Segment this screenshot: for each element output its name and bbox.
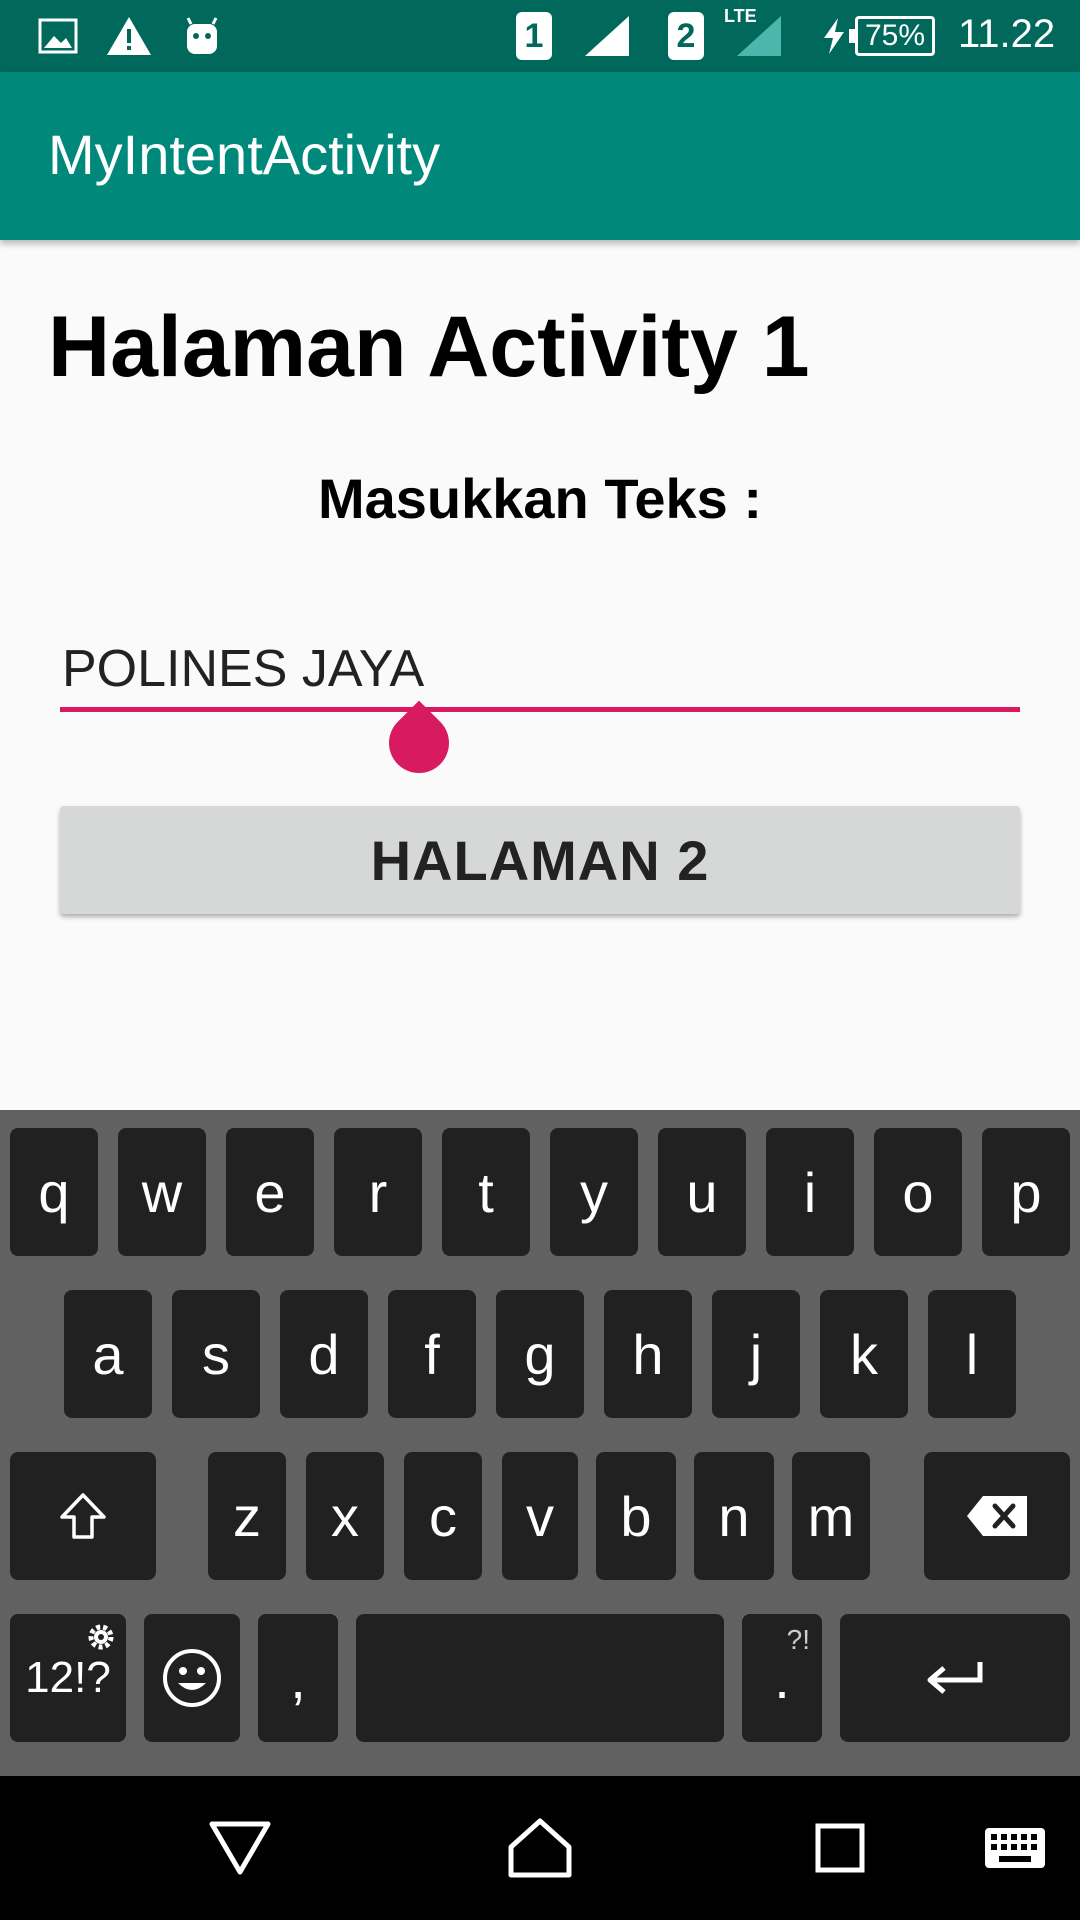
key-x[interactable]: x [306, 1452, 384, 1580]
text-cursor-handle[interactable] [376, 700, 462, 786]
key-i[interactable]: i [766, 1128, 854, 1256]
key-n[interactable]: n [694, 1452, 774, 1580]
enter-icon [927, 1662, 983, 1694]
recents-icon [815, 1823, 865, 1873]
key-p[interactable]: p [982, 1128, 1070, 1256]
warning-icon [104, 10, 154, 62]
key-j[interactable]: j [712, 1290, 800, 1418]
symbols-key-label: 12!? [25, 1653, 111, 1702]
home-button[interactable] [490, 1798, 590, 1898]
key-q[interactable]: q [10, 1128, 98, 1256]
home-icon [508, 1818, 572, 1878]
key-b[interactable]: b [596, 1452, 676, 1580]
key-g[interactable]: g [496, 1290, 584, 1418]
status-bar: 1 2 LTE 75% 11.22 [0, 0, 1080, 72]
emoji-icon [163, 1649, 221, 1707]
key-u[interactable]: u [658, 1128, 746, 1256]
keyboard-icon [985, 1828, 1045, 1868]
period-key[interactable]: . ?! [742, 1614, 822, 1742]
key-k[interactable]: k [820, 1290, 908, 1418]
app-bar: MyIntentActivity [0, 72, 1080, 240]
key-v[interactable]: v [502, 1452, 578, 1580]
key-o[interactable]: o [874, 1128, 962, 1256]
key-c[interactable]: c [404, 1452, 482, 1580]
key-f[interactable]: f [388, 1290, 476, 1418]
key-r[interactable]: r [334, 1128, 422, 1256]
key-h[interactable]: h [604, 1290, 692, 1418]
android-icon [180, 10, 224, 62]
text-input[interactable] [60, 630, 1020, 712]
key-z[interactable]: z [208, 1452, 286, 1580]
key-m[interactable]: m [792, 1452, 870, 1580]
image-icon [36, 10, 80, 62]
soft-keyboard: q w e r t y u i o p a s d f g h j k l z … [0, 1110, 1080, 1776]
comma-key[interactable]: , [258, 1614, 338, 1742]
key-y[interactable]: y [550, 1128, 638, 1256]
sim1-badge: 1 [516, 12, 552, 60]
key-s[interactable]: s [172, 1290, 260, 1418]
page-heading: Halaman Activity 1 [48, 299, 810, 395]
space-key[interactable] [356, 1614, 724, 1742]
navigation-bar [0, 1776, 1080, 1920]
battery-icon: 75% [849, 16, 935, 56]
key-w[interactable]: w [118, 1128, 206, 1256]
settings-icon [88, 1624, 114, 1650]
app-title: MyIntentActivity [48, 123, 441, 186]
keyboard-switch-button[interactable] [970, 1798, 1060, 1898]
recents-button[interactable] [790, 1798, 890, 1898]
shift-icon [60, 1493, 106, 1539]
key-a[interactable]: a [64, 1290, 152, 1418]
period-key-sublabel: ?! [786, 1624, 810, 1655]
shift-key[interactable] [10, 1452, 156, 1580]
clock: 11.22 [958, 12, 1056, 56]
halaman-2-button[interactable]: HALAMAN 2 [60, 806, 1020, 914]
backspace-icon [967, 1496, 1027, 1536]
symbols-key[interactable]: 12!? [10, 1614, 126, 1742]
sim2-badge: 2 [668, 12, 704, 60]
signal-icon [582, 10, 632, 62]
key-t[interactable]: t [442, 1128, 530, 1256]
emoji-key[interactable] [144, 1614, 240, 1742]
key-e[interactable]: e [226, 1128, 314, 1256]
enter-key[interactable] [840, 1614, 1070, 1742]
input-label: Masukkan Teks : [317, 467, 763, 530]
charging-icon [818, 10, 850, 62]
backspace-key[interactable] [924, 1452, 1070, 1580]
key-l[interactable]: l [928, 1290, 1016, 1418]
signal-icon-sim2 [734, 10, 784, 62]
back-button[interactable] [190, 1798, 290, 1898]
key-d[interactable]: d [280, 1290, 368, 1418]
back-icon [209, 1821, 271, 1875]
